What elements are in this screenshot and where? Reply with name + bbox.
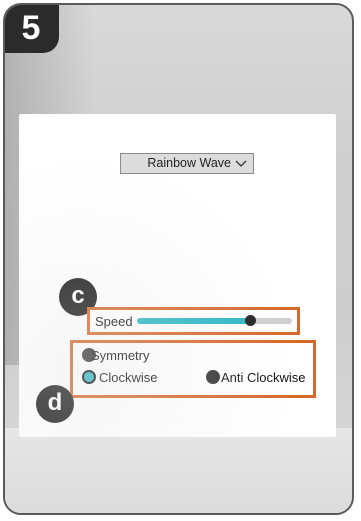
bottom-band bbox=[5, 428, 352, 513]
step-number-badge: 5 bbox=[5, 5, 59, 53]
chevron-down-icon bbox=[235, 160, 247, 167]
anti-clockwise-label: Anti Clockwise bbox=[221, 370, 306, 385]
speed-control-highlight: Speed bbox=[87, 307, 300, 335]
symmetry-label: Symmetry bbox=[91, 348, 150, 363]
callout-badge-d: d bbox=[36, 385, 74, 423]
speed-slider[interactable] bbox=[137, 315, 292, 326]
speed-slider-fill bbox=[137, 318, 251, 324]
speed-label: Speed bbox=[95, 314, 133, 329]
clockwise-label: Clockwise bbox=[99, 370, 158, 385]
effect-dropdown-value: Rainbow Wave bbox=[147, 156, 231, 170]
effect-dropdown[interactable]: Rainbow Wave bbox=[120, 153, 254, 174]
lighting-panel: Rainbow Wave c Speed Symmetry Clockwise … bbox=[19, 114, 336, 437]
speed-slider-thumb[interactable] bbox=[245, 315, 257, 326]
clockwise-radio[interactable] bbox=[82, 370, 96, 384]
direction-options-highlight: Symmetry Clockwise Anti Clockwise bbox=[70, 340, 316, 398]
anti-clockwise-radio[interactable] bbox=[206, 370, 220, 384]
